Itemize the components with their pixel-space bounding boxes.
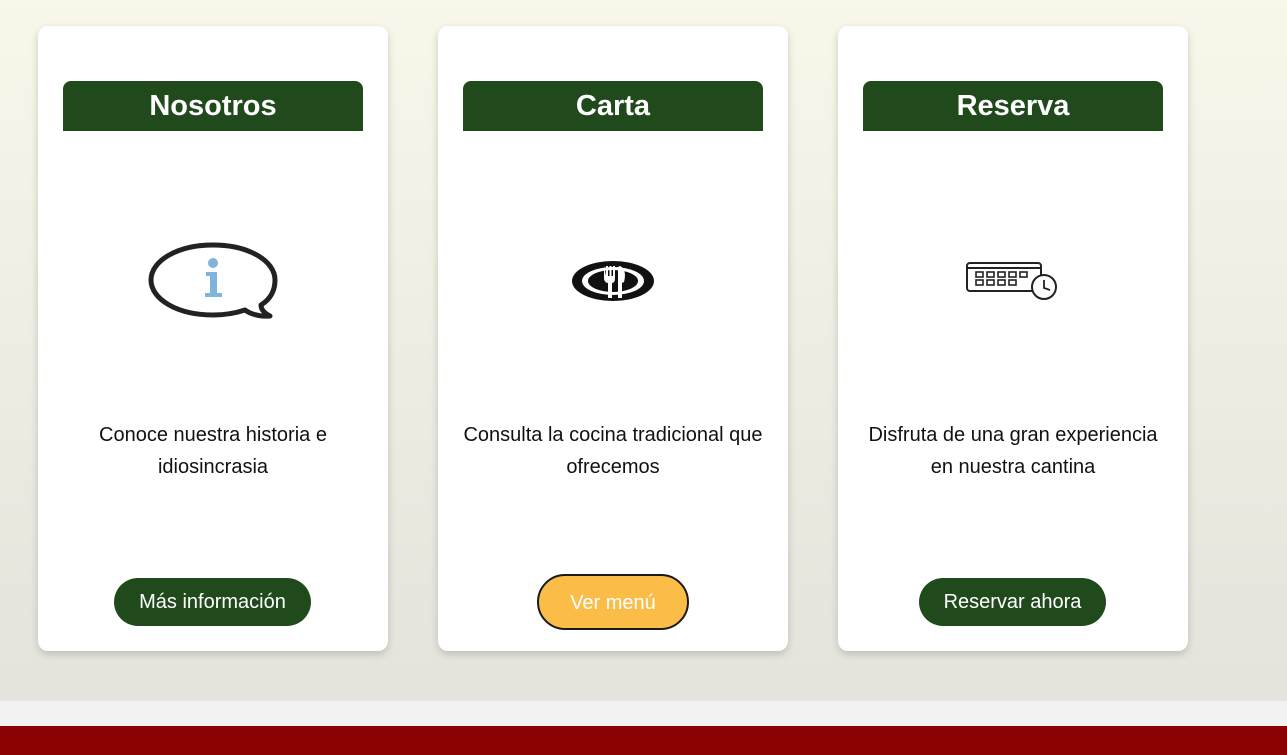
card-title: Reserva — [863, 81, 1163, 131]
card-carta: Carta Consulta la cocina tradicional que… — [438, 26, 788, 651]
card-reserva: Reserva Disfruta de una gran experiencia… — [838, 26, 1188, 651]
card-description: Conoce nuestra historia e idiosincrasia — [99, 424, 327, 478]
card-title: Carta — [463, 81, 763, 131]
card-title: Nosotros — [63, 81, 363, 131]
card-description: Disfruta de una gran experiencia en nues… — [868, 424, 1158, 478]
card-nosotros: Nosotros Conoce nuestra historia e idios… — [38, 26, 388, 651]
mas-informacion-button[interactable]: Más información — [114, 578, 311, 626]
card-description: Consulta la cocina tradicional que ofrec… — [463, 424, 763, 478]
footer-bar — [0, 726, 1287, 755]
reservar-ahora-button[interactable]: Reservar ahora — [919, 578, 1106, 626]
info-speech-bubble-icon — [38, 241, 388, 321]
plate-fork-knife-icon — [438, 258, 788, 304]
page: Nosotros Conoce nuestra historia e idios… — [0, 0, 1287, 755]
services-section: Nosotros Conoce nuestra historia e idios… — [0, 0, 1287, 701]
ver-menu-button[interactable]: Ver menú — [537, 574, 689, 630]
calendar-clock-icon — [838, 259, 1188, 301]
